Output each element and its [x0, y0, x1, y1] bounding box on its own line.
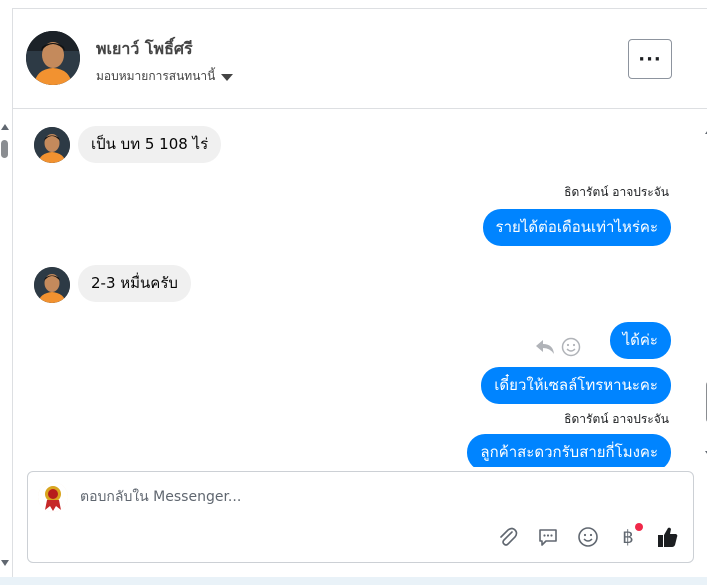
incoming-message[interactable]: 2-3 หมื่นครับ — [78, 265, 191, 302]
outgoing-message[interactable]: เดี๋ยวให้เซลล์โทรหานะคะ — [481, 367, 671, 404]
message-list: เป็น บท 5 108 ไร่ ธิดารัตน์ อาจประจัน รา… — [26, 110, 701, 467]
scrollbar-thumb[interactable] — [1, 140, 8, 158]
assign-label: มอบหมายการสนทนานี้ — [96, 69, 216, 83]
page-scrollbar[interactable] — [0, 118, 10, 578]
message-sender-name: ธิดารัตน์ อาจประจัน — [564, 412, 669, 426]
reply-input[interactable] — [80, 485, 640, 509]
attachment-button[interactable] — [495, 524, 521, 550]
page-avatar — [38, 482, 68, 512]
page-bottom-strip — [0, 577, 707, 585]
contact-avatar-small[interactable] — [34, 267, 70, 303]
outgoing-message[interactable]: ได้ค่ะ — [609, 322, 671, 359]
quick-reply-button[interactable] — [535, 524, 561, 550]
scroll-down-arrow[interactable] — [1, 560, 9, 566]
more-icon: ··· — [638, 48, 662, 70]
payment-button[interactable]: ฿ — [615, 523, 643, 550]
chevron-down-icon — [221, 73, 234, 81]
incoming-message[interactable]: เป็น บท 5 108 ไร่ — [78, 126, 222, 163]
emoji-icon[interactable] — [561, 337, 581, 357]
smiley-icon — [578, 527, 598, 547]
message-sender-name: ธิดารัตน์ อาจประจัน — [564, 185, 669, 199]
like-button[interactable] — [655, 524, 681, 550]
contact-name: พเยาว์ โพธิ์ศรี — [96, 39, 193, 58]
contact-avatar[interactable] — [26, 31, 80, 85]
emoji-button[interactable] — [575, 524, 601, 550]
outgoing-message[interactable]: รายได้ต่อเดือนเท่าไหร่คะ — [482, 209, 671, 246]
baht-icon: ฿ — [622, 526, 634, 548]
quick-reply-icon — [539, 529, 557, 546]
reply-composer: ฿ — [27, 471, 694, 563]
message-actions — [535, 337, 581, 357]
outgoing-message[interactable]: ลูกค้าสะดวกรับสายกี่โมงคะ — [467, 434, 671, 467]
assign-conversation-dropdown[interactable]: มอบหมายการสนทนานี้ — [96, 67, 234, 86]
message-scrollbar[interactable] — [703, 119, 707, 469]
notification-dot — [635, 523, 643, 531]
contact-avatar-small[interactable] — [34, 127, 70, 163]
reply-icon[interactable] — [535, 338, 555, 356]
conversation-panel: พเยาว์ โพธิ์ศรี มอบหมายการสนทนานี้ ··· เ… — [12, 8, 707, 577]
conversation-header: พเยาว์ โพธิ์ศรี มอบหมายการสนทนานี้ ··· — [13, 9, 707, 109]
more-options-button[interactable]: ··· — [628, 39, 672, 79]
attachment-icon — [500, 527, 518, 546]
composer-toolbar: ฿ — [495, 523, 681, 550]
thumbs-up-icon — [658, 527, 678, 547]
scroll-up-arrow[interactable] — [1, 124, 9, 130]
